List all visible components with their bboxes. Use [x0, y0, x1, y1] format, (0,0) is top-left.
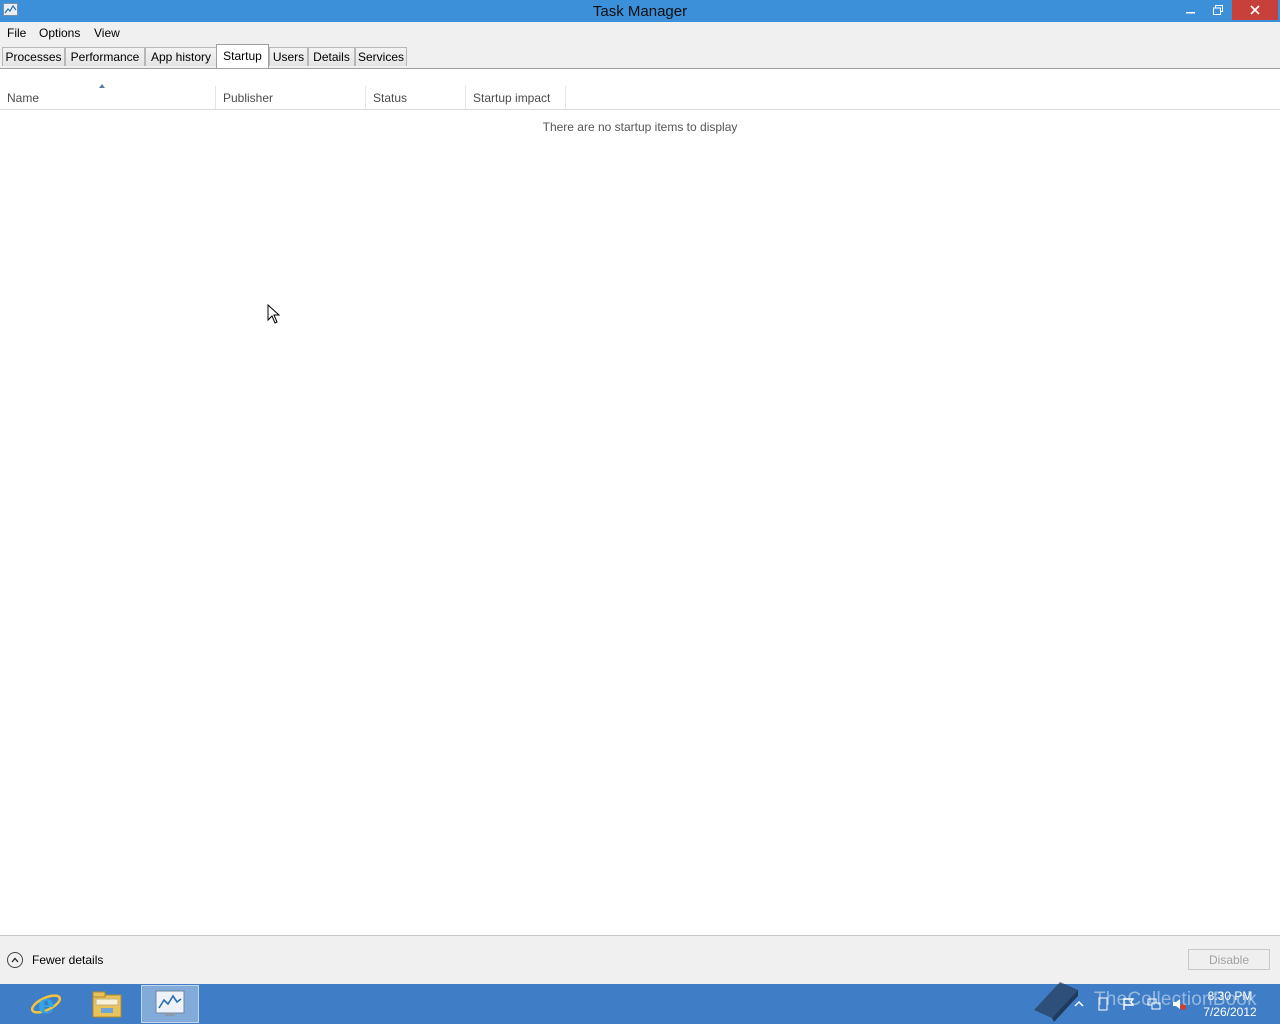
- tab-details[interactable]: Details: [308, 47, 355, 66]
- tab-app-history[interactable]: App history: [145, 47, 217, 66]
- close-icon: [1250, 5, 1260, 15]
- startup-list[interactable]: Name Publisher Status Startup impact The…: [0, 69, 1280, 935]
- window-title: Task Manager: [592, 3, 688, 20]
- taskbar-task-manager[interactable]: [141, 985, 199, 1023]
- column-header-startup-impact[interactable]: Startup impact: [466, 86, 566, 110]
- task-manager-icon: [155, 990, 185, 1016]
- watermark-text: TheCollectionBook: [1094, 989, 1257, 1010]
- minimize-button[interactable]: [1178, 0, 1204, 20]
- disable-button[interactable]: Disable: [1188, 949, 1270, 970]
- restore-icon: [1213, 5, 1223, 15]
- file-explorer-icon: [92, 991, 122, 1018]
- tab-startup[interactable]: Startup: [216, 44, 269, 68]
- menu-options[interactable]: Options: [39, 26, 80, 40]
- fewer-details-label: Fewer details: [32, 953, 104, 967]
- internet-explorer-icon: e: [30, 990, 62, 1020]
- mouse-cursor-icon: [267, 304, 280, 324]
- column-header-status[interactable]: Status: [366, 86, 466, 110]
- minimize-icon: [1186, 12, 1195, 14]
- taskbar-file-explorer[interactable]: [78, 985, 136, 1023]
- column-header-publisher[interactable]: Publisher: [216, 86, 366, 110]
- menu-file[interactable]: File: [7, 26, 26, 40]
- tab-strip: Processes Performance App history Startu…: [0, 43, 1280, 69]
- fewer-details-button[interactable]: Fewer details: [7, 950, 103, 970]
- footer-bar: Fewer details Disable: [0, 935, 1280, 985]
- menu-view[interactable]: View: [94, 26, 120, 40]
- taskbar: e 8:30 PM 7/26/2012: [0, 982, 1280, 1024]
- tab-services[interactable]: Services: [355, 47, 407, 66]
- title-bar[interactable]: Task Manager: [0, 0, 1280, 22]
- column-header-name[interactable]: Name: [0, 86, 216, 110]
- header-divider: [0, 109, 1280, 110]
- tab-users[interactable]: Users: [269, 47, 308, 66]
- menu-bar: File Options View: [0, 22, 1280, 43]
- tab-performance[interactable]: Performance: [65, 47, 145, 66]
- tab-processes[interactable]: Processes: [2, 47, 65, 66]
- taskbar-internet-explorer[interactable]: e: [17, 985, 75, 1023]
- show-hidden-icons-icon[interactable]: [1072, 997, 1086, 1011]
- empty-list-message: There are no startup items to display: [542, 120, 738, 134]
- chevron-up-icon: [7, 952, 23, 968]
- close-button[interactable]: [1232, 0, 1278, 20]
- restore-button[interactable]: [1205, 0, 1231, 20]
- svg-text:e: e: [38, 990, 55, 1020]
